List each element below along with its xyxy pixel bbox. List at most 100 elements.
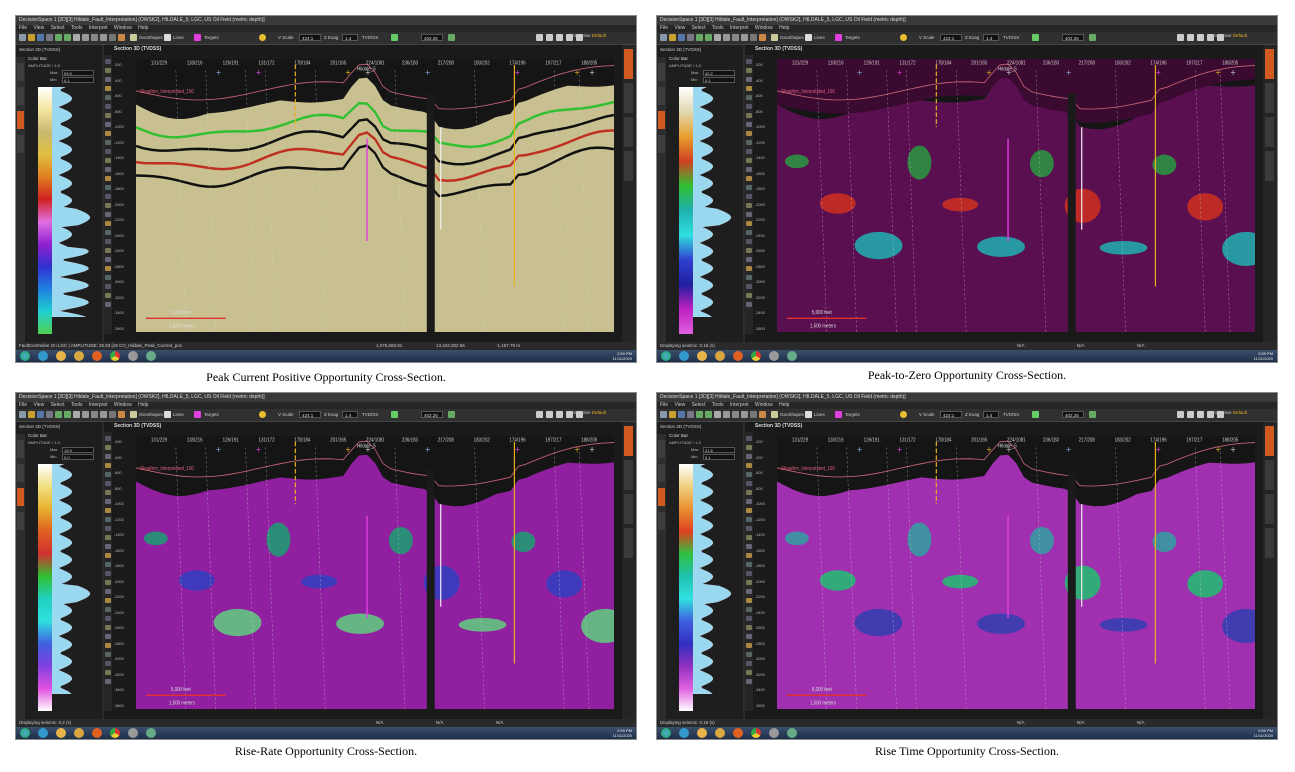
geoshapes-icon[interactable]: [130, 411, 137, 418]
new-icon[interactable]: [660, 34, 667, 41]
menu-select[interactable]: Select: [692, 402, 706, 408]
view-tool-icon[interactable]: [746, 68, 752, 73]
settings-icon[interactable]: [546, 34, 553, 41]
menu-tools[interactable]: Tools: [71, 402, 83, 408]
tab-layers[interactable]: [658, 488, 665, 506]
sun-icon[interactable]: [900, 34, 907, 41]
menu-select[interactable]: Select: [51, 25, 65, 31]
view-tool-icon[interactable]: [105, 481, 111, 486]
view-tool-icon[interactable]: [105, 185, 111, 190]
new-icon[interactable]: [19, 34, 26, 41]
tab-layers[interactable]: [17, 488, 24, 506]
view-tool-icon[interactable]: [746, 544, 752, 549]
cross-section-plot[interactable]: 131/229 118/216 126/191 131/172 178/184 201/1…: [777, 436, 1255, 709]
menu-window[interactable]: Window: [755, 25, 773, 31]
view-tool-icon[interactable]: [105, 239, 111, 244]
targets-icon[interactable]: [194, 411, 201, 418]
view-tool-icon[interactable]: [105, 140, 111, 145]
tab-workflow[interactable]: [17, 464, 24, 482]
menu-help[interactable]: Help: [779, 25, 789, 31]
view-tool-icon[interactable]: [746, 490, 752, 495]
view-tool-icon[interactable]: [105, 302, 111, 307]
ie-icon[interactable]: [679, 351, 689, 361]
zoom-icon[interactable]: [723, 34, 730, 41]
tab-tasks[interactable]: [17, 135, 24, 153]
camera-icon[interactable]: [536, 411, 543, 418]
view-tool-icon[interactable]: [105, 104, 111, 109]
tool-app-icon[interactable]: [769, 728, 779, 738]
view-tool-icon[interactable]: [105, 95, 111, 100]
menu-view[interactable]: View: [33, 25, 44, 31]
tab-layers[interactable]: [17, 111, 24, 129]
view-tool-icon[interactable]: [746, 571, 752, 576]
view-tool-icon[interactable]: [105, 517, 111, 522]
view-tool-icon[interactable]: [746, 149, 752, 154]
lines-label[interactable]: Lines: [173, 411, 184, 418]
view-tool-icon[interactable]: [746, 661, 752, 666]
view-tool-icon[interactable]: [105, 275, 111, 280]
view-tool-icon[interactable]: [105, 77, 111, 82]
view-tool-icon[interactable]: [746, 553, 752, 558]
targets-label[interactable]: Targets: [204, 34, 219, 41]
view-tool-icon[interactable]: [746, 239, 752, 244]
view-tool-icon[interactable]: [105, 454, 111, 459]
view-tool-icon[interactable]: [105, 571, 111, 576]
view-tool-icon[interactable]: [746, 616, 752, 621]
view-tool-icon[interactable]: [746, 445, 752, 450]
view-tool-icon[interactable]: [746, 472, 752, 477]
chrome-icon[interactable]: [751, 351, 761, 361]
view-tool-icon[interactable]: [105, 535, 111, 540]
grid-icon[interactable]: [741, 34, 748, 41]
view-tool-icon[interactable]: [105, 203, 111, 208]
view-tool-icon[interactable]: [105, 598, 111, 603]
reset-icon[interactable]: [1089, 411, 1096, 418]
pan-icon[interactable]: [91, 34, 98, 41]
view-tool-icon[interactable]: [746, 221, 752, 226]
menu-view[interactable]: View: [674, 402, 685, 408]
view-tool-icon[interactable]: [105, 553, 111, 558]
geoshapes-label[interactable]: GeoShapes: [780, 411, 804, 418]
view-tool-icon[interactable]: [105, 131, 111, 136]
redo-icon[interactable]: [64, 34, 71, 41]
arrow-icon[interactable]: [1032, 34, 1039, 41]
decisionspace-icon[interactable]: [146, 351, 156, 361]
view-tool-icon[interactable]: [105, 472, 111, 477]
sun-icon[interactable]: [259, 411, 266, 418]
view-tool-icon[interactable]: [105, 463, 111, 468]
tab-tasks[interactable]: [658, 135, 665, 153]
geoshapes-label[interactable]: GeoShapes: [780, 34, 804, 41]
targets-icon[interactable]: [194, 34, 201, 41]
pick-icon[interactable]: [714, 411, 721, 418]
tile-icon[interactable]: [1197, 411, 1204, 418]
lines-icon[interactable]: [805, 411, 812, 418]
print-icon[interactable]: [46, 34, 53, 41]
tab-workflow[interactable]: [658, 87, 665, 105]
folder-icon[interactable]: [715, 351, 725, 361]
tab-data-analysis[interactable]: [1265, 494, 1274, 524]
view-tool-icon[interactable]: [105, 248, 111, 253]
view-tool-icon[interactable]: [746, 212, 752, 217]
view-tool-icon[interactable]: [746, 562, 752, 567]
vscale-input[interactable]: 424:1: [940, 34, 962, 41]
start-icon[interactable]: [661, 728, 671, 738]
perspective-selector[interactable]: Perspective Default: [1208, 410, 1247, 415]
menu-help[interactable]: Help: [779, 402, 789, 408]
view-tool-icon[interactable]: [746, 508, 752, 513]
tile-icon[interactable]: [1197, 34, 1204, 41]
undo-icon[interactable]: [55, 411, 62, 418]
pick-icon[interactable]: [73, 411, 80, 418]
zexag-input[interactable]: 1.4: [983, 411, 999, 418]
tab-layers[interactable]: [658, 111, 665, 129]
vscale-input[interactable]: 424:1: [299, 411, 321, 418]
pick-icon[interactable]: [714, 34, 721, 41]
view-tool-icon[interactable]: [746, 499, 752, 504]
menu-interpret[interactable]: Interpret: [730, 25, 749, 31]
targets-icon[interactable]: [835, 411, 842, 418]
lines-label[interactable]: Lines: [173, 34, 184, 41]
media-icon[interactable]: [733, 728, 743, 738]
new-icon[interactable]: [19, 411, 26, 418]
redo-icon[interactable]: [64, 411, 71, 418]
media-icon[interactable]: [92, 728, 102, 738]
cross-section-plot[interactable]: 131/229 118/216 126/191 131/172 178/184 201/1…: [136, 436, 614, 709]
tool-icon[interactable]: [759, 411, 766, 418]
